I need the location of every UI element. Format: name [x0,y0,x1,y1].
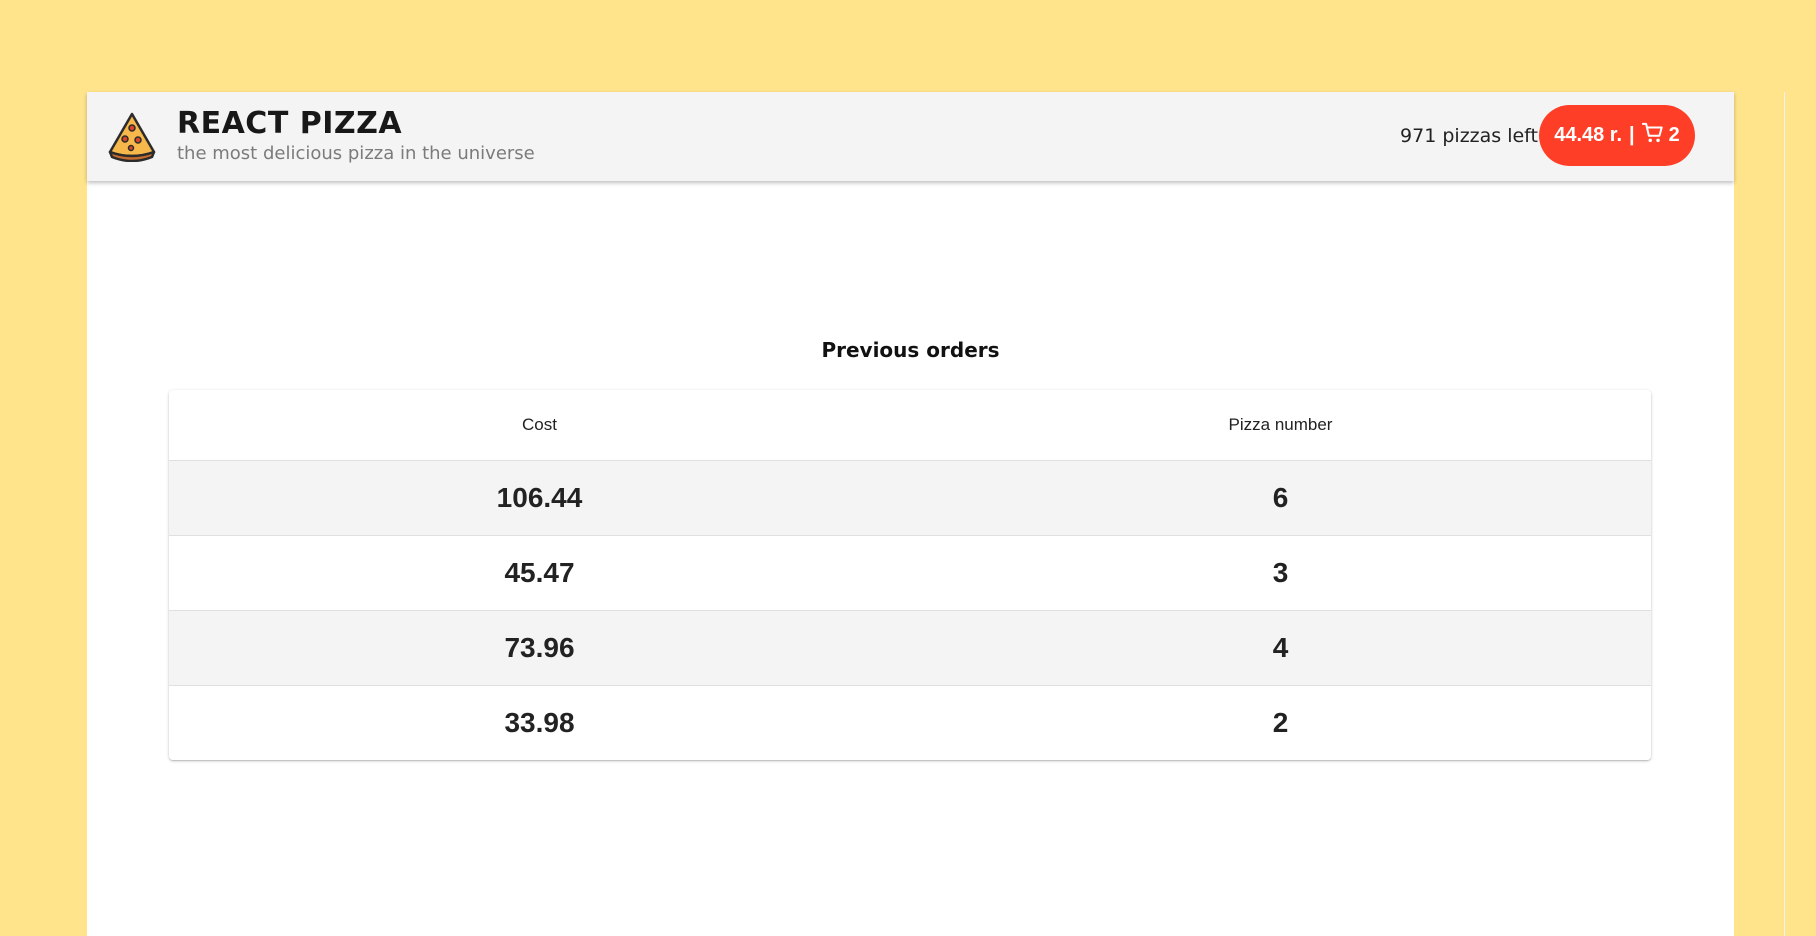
cost-cell: 73.96 [169,610,910,686]
pizza-number-cell: 2 [1272,707,1289,738]
cost-cell: 33.98 [504,707,575,738]
pizza-slice-icon[interactable] [107,112,157,162]
brand-subtitle: the most delicious pizza in the universe [177,143,535,164]
cart-icon [1641,122,1663,143]
table-row: 33.98 2 [169,685,1651,760]
cart-separator: | [1629,124,1635,146]
table-row: 45.47 3 [169,535,1651,611]
column-header-cost: Cost [169,390,910,461]
pizzas-left-text: 971 pizzas left [1400,125,1538,147]
orders-table: Cost Pizza number 106.44 6 45.47 3 73.96… [169,390,1651,760]
header: REACT PIZZA the most delicious pizza in … [87,92,1734,181]
cost-cell: 45.47 [169,535,910,611]
column-header-pizza-number: Pizza number [910,390,1651,461]
cart-total-price: 44.48 r. [1554,124,1623,146]
page-container: REACT PIZZA the most delicious pizza in … [87,92,1785,936]
cost-cell: 106.44 [169,460,910,536]
brand-title: REACT PIZZA [177,106,403,141]
page-edge-line [1784,92,1785,936]
cart-item-count: 2 [1668,124,1680,146]
pizza-number-cell: 4 [910,610,1651,686]
previous-orders-title: Previous orders [821,338,1000,362]
table-row: 73.96 4 [169,610,1651,686]
cart-button[interactable]: 44.48 r. | 2 [1539,105,1695,166]
table-header-row: Cost Pizza number [169,390,1651,461]
orders-table-card: Cost Pizza number 106.44 6 45.47 3 73.96… [169,390,1651,760]
pizza-number-cell: 3 [910,535,1651,611]
pizza-number-cell: 6 [910,460,1651,536]
table-row: 106.44 6 [169,460,1651,536]
